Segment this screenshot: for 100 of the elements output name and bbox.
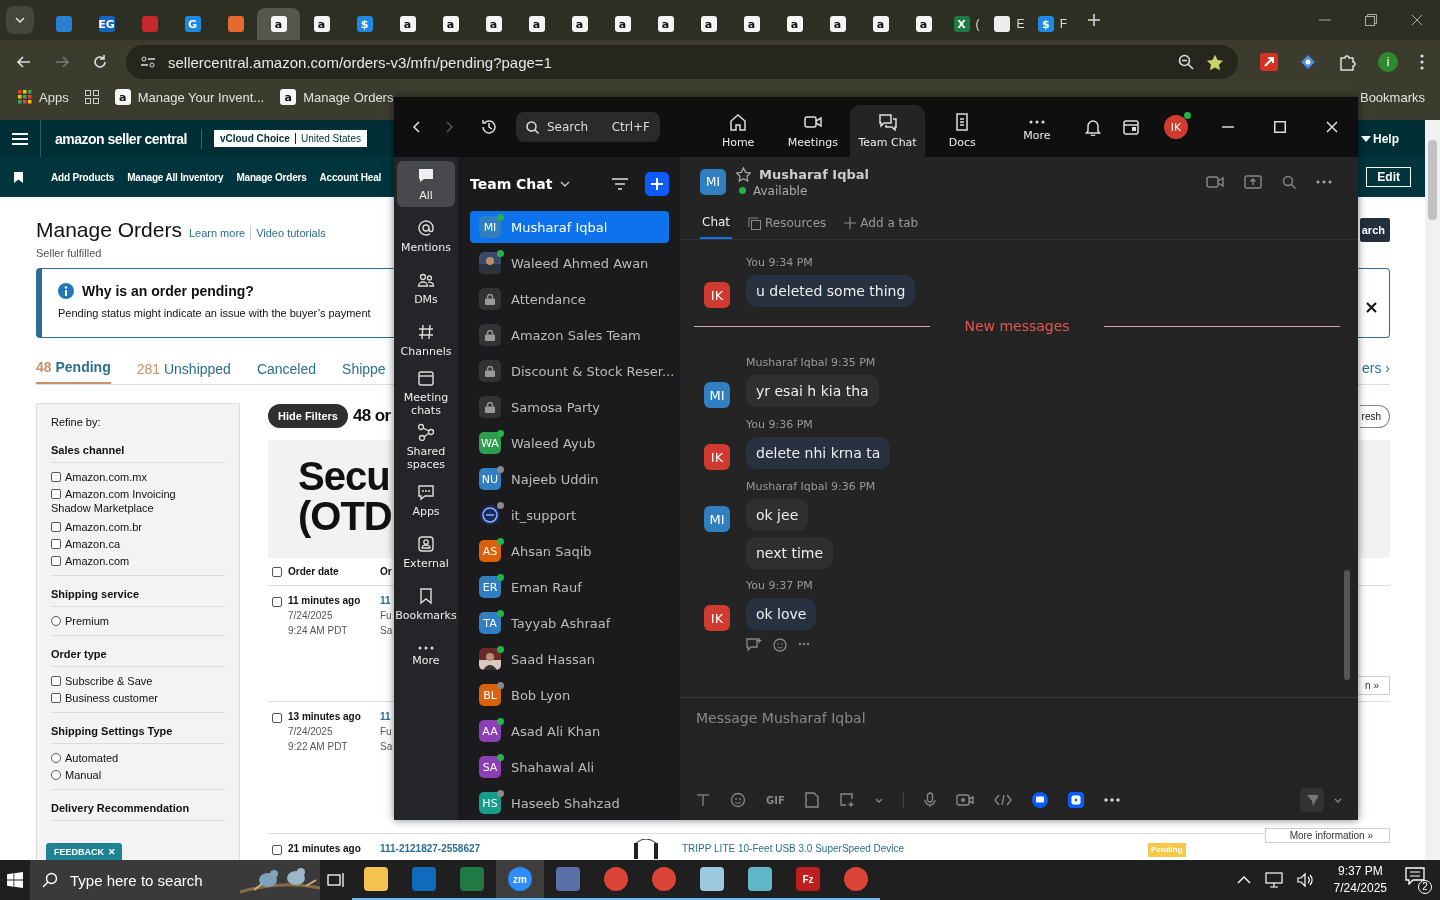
chat-list-item[interactable]: ER Eman Rauf bbox=[470, 571, 669, 603]
nav-link[interactable]: Manage All Inventory bbox=[127, 171, 224, 183]
search-button[interactable]: arch bbox=[1359, 218, 1390, 242]
sidebar-item[interactable]: Meeting chats bbox=[397, 369, 455, 417]
browser-tab[interactable]: a bbox=[687, 8, 730, 40]
browser-tab[interactable]: a bbox=[386, 8, 429, 40]
more-link[interactable]: ers › bbox=[1362, 360, 1390, 376]
browser-tab[interactable]: EG bbox=[85, 8, 128, 40]
feedback-close-button[interactable]: ✕ bbox=[106, 843, 122, 860]
message-bubble[interactable]: u deleted some thing bbox=[746, 275, 916, 307]
chat-list-item[interactable]: BL Bob Lyon bbox=[470, 679, 669, 711]
browser-tab[interactable]: E bbox=[988, 8, 1031, 40]
browser-tab[interactable]: a bbox=[257, 8, 300, 40]
browser-tab[interactable]: X ( bbox=[945, 8, 988, 40]
sidebar-item[interactable]: Mentions bbox=[397, 213, 455, 259]
filter-checkbox[interactable]: Amazon.com bbox=[51, 552, 130, 569]
browser-tab[interactable]: a bbox=[515, 8, 558, 40]
filter-radio[interactable]: Manual bbox=[51, 766, 102, 783]
browser-tab[interactable]: $ F bbox=[1031, 8, 1074, 40]
chat-list-item[interactable]: NU Najeeb Uddin bbox=[470, 463, 669, 495]
filter-checkbox[interactable]: Subscribe & Save bbox=[51, 672, 153, 689]
list-title[interactable]: Team Chat bbox=[470, 176, 553, 192]
order-id-link[interactable]: 111-2121827-2558627 bbox=[380, 843, 481, 854]
browser-tab[interactable]: G bbox=[171, 8, 214, 40]
chat-list-item[interactable]: AS Ahsan Saqib bbox=[470, 535, 669, 567]
chat-list-item[interactable]: TA Tayyab Ashraaf bbox=[470, 607, 669, 639]
learn-more-link[interactable]: Learn more bbox=[188, 227, 246, 239]
refresh-button[interactable]: resh bbox=[1359, 404, 1390, 428]
filter-radio[interactable]: Premium bbox=[51, 612, 109, 629]
sidebar-item[interactable]: More bbox=[397, 633, 455, 679]
clock-time[interactable]: 9:37 PM bbox=[1337, 863, 1383, 880]
seller-central-logo[interactable]: amazon seller central bbox=[55, 130, 187, 147]
sidebar-item[interactable]: Apps bbox=[397, 477, 455, 523]
app-tab[interactable]: Meetings bbox=[775, 105, 851, 157]
order-status-tab[interactable]: Shippe bbox=[342, 361, 386, 384]
address-bar[interactable]: sellercentral.amazon.com/orders-v3/mfn/pending?page=1 bbox=[126, 45, 1238, 79]
browser-tab[interactable]: a bbox=[730, 8, 773, 40]
browser-tab[interactable]: a bbox=[558, 8, 601, 40]
message-bubble[interactable]: yr esai h kia tha bbox=[746, 375, 879, 407]
filter-checkbox[interactable]: Amazon.com.mx bbox=[51, 468, 147, 485]
chat-list-item[interactable]: AA Asad Ali Khan bbox=[470, 715, 669, 747]
taskbar-app[interactable]: Fz bbox=[784, 860, 832, 900]
edit-button[interactable]: Edit bbox=[1366, 167, 1411, 187]
chat-list-item[interactable]: Attendance bbox=[470, 283, 669, 315]
browser-tab[interactable]: a bbox=[644, 8, 687, 40]
browser-tab[interactable]: a bbox=[429, 8, 472, 40]
chat-list-item[interactable]: Samosa Party bbox=[470, 391, 669, 423]
browser-tab[interactable]: $ bbox=[343, 8, 386, 40]
app-tab[interactable]: More bbox=[999, 105, 1075, 157]
order-status-tab[interactable]: 281 Unshipped bbox=[136, 361, 231, 384]
message-bubble[interactable]: delete nhi krna ta bbox=[746, 437, 891, 469]
browser-tab[interactable]: a bbox=[773, 8, 816, 40]
more-information-button[interactable]: More information » bbox=[1264, 828, 1390, 843]
chat-tab[interactable]: Chat bbox=[700, 207, 733, 239]
apps-bookmark[interactable]: Apps bbox=[18, 89, 69, 105]
filter-checkbox[interactable]: Amazon.ca bbox=[51, 535, 121, 552]
chat-list-item[interactable]: WA Waleed Ayub bbox=[470, 427, 669, 459]
sidebar-item[interactable]: Shared spaces bbox=[397, 423, 455, 471]
product-link[interactable]: TRIPP LITE 10-Feet USB 3.0 SuperSpeed Device bbox=[682, 843, 1142, 860]
chat-list-item[interactable]: Waleed Ahmed Awan bbox=[470, 247, 669, 279]
message-bubble[interactable]: next time bbox=[746, 537, 834, 569]
all-bookmarks-link[interactable]: Bookmarks bbox=[1359, 89, 1425, 105]
nav-link[interactable]: Add Products bbox=[51, 171, 115, 183]
feedback-button[interactable]: FEEDBACK bbox=[46, 843, 106, 860]
sidebar-item[interactable]: Bookmarks bbox=[397, 581, 455, 627]
filter-checkbox[interactable]: Amazon.com.br bbox=[51, 518, 143, 535]
chat-list-item[interactable]: MI Musharaf Iqbal bbox=[470, 211, 669, 243]
search-field[interactable]: Search Ctrl+F bbox=[516, 112, 660, 142]
account-switcher[interactable]: vCloud Choice United States bbox=[213, 130, 367, 147]
browser-tab[interactable]: a bbox=[601, 8, 644, 40]
sidebar-item[interactable]: External bbox=[397, 529, 455, 575]
hide-filters-button[interactable]: Hide Filters bbox=[268, 404, 348, 428]
app-tab[interactable]: Team Chat bbox=[850, 105, 925, 157]
user-avatar[interactable]: IK bbox=[1164, 115, 1189, 139]
app-tab[interactable]: Docs bbox=[924, 105, 1000, 157]
message-input[interactable]: Message Musharaf Iqbal bbox=[680, 698, 1358, 780]
nav-link[interactable]: Manage Orders bbox=[236, 171, 307, 183]
sidebar-item[interactable]: Channels bbox=[397, 317, 455, 363]
filter-radio[interactable]: Automated bbox=[51, 749, 119, 766]
sidebar-item[interactable]: DMs bbox=[397, 265, 455, 311]
chat-tab[interactable]: Resources bbox=[746, 207, 829, 239]
taskbar-search-field[interactable]: Type here to search bbox=[30, 860, 320, 900]
video-tutorials-link[interactable]: Video tutorials bbox=[256, 227, 326, 239]
chat-list-item[interactable]: SA Shahawal Ali bbox=[470, 751, 669, 783]
order-status-tab[interactable]: 48 Pending bbox=[36, 359, 111, 384]
browser-tab[interactable]: a bbox=[859, 8, 902, 40]
sidebar-item[interactable]: All bbox=[397, 161, 455, 207]
chat-list-item[interactable]: HS Haseeb Shahzad bbox=[470, 787, 669, 819]
nav-link[interactable]: Account Heal bbox=[319, 171, 382, 183]
message-bubble[interactable]: ok jee bbox=[746, 499, 809, 531]
browser-tab[interactable]: a bbox=[300, 8, 343, 40]
clock-date[interactable]: 7/24/2025 bbox=[1333, 880, 1387, 897]
chat-list-item[interactable]: Saad Hassan bbox=[470, 643, 669, 675]
filter-checkbox[interactable]: Amazon.com Invoicing bbox=[51, 485, 176, 502]
chat-tab[interactable]: Add a tab bbox=[842, 207, 921, 239]
message-bubble[interactable]: ok love bbox=[746, 598, 817, 630]
order-status-tab[interactable]: Canceled bbox=[256, 361, 317, 384]
bookmark-link[interactable]: a Manage Orders bbox=[280, 89, 394, 105]
help-link[interactable]: Help bbox=[1373, 131, 1399, 146]
browser-tab[interactable]: a bbox=[472, 8, 515, 40]
